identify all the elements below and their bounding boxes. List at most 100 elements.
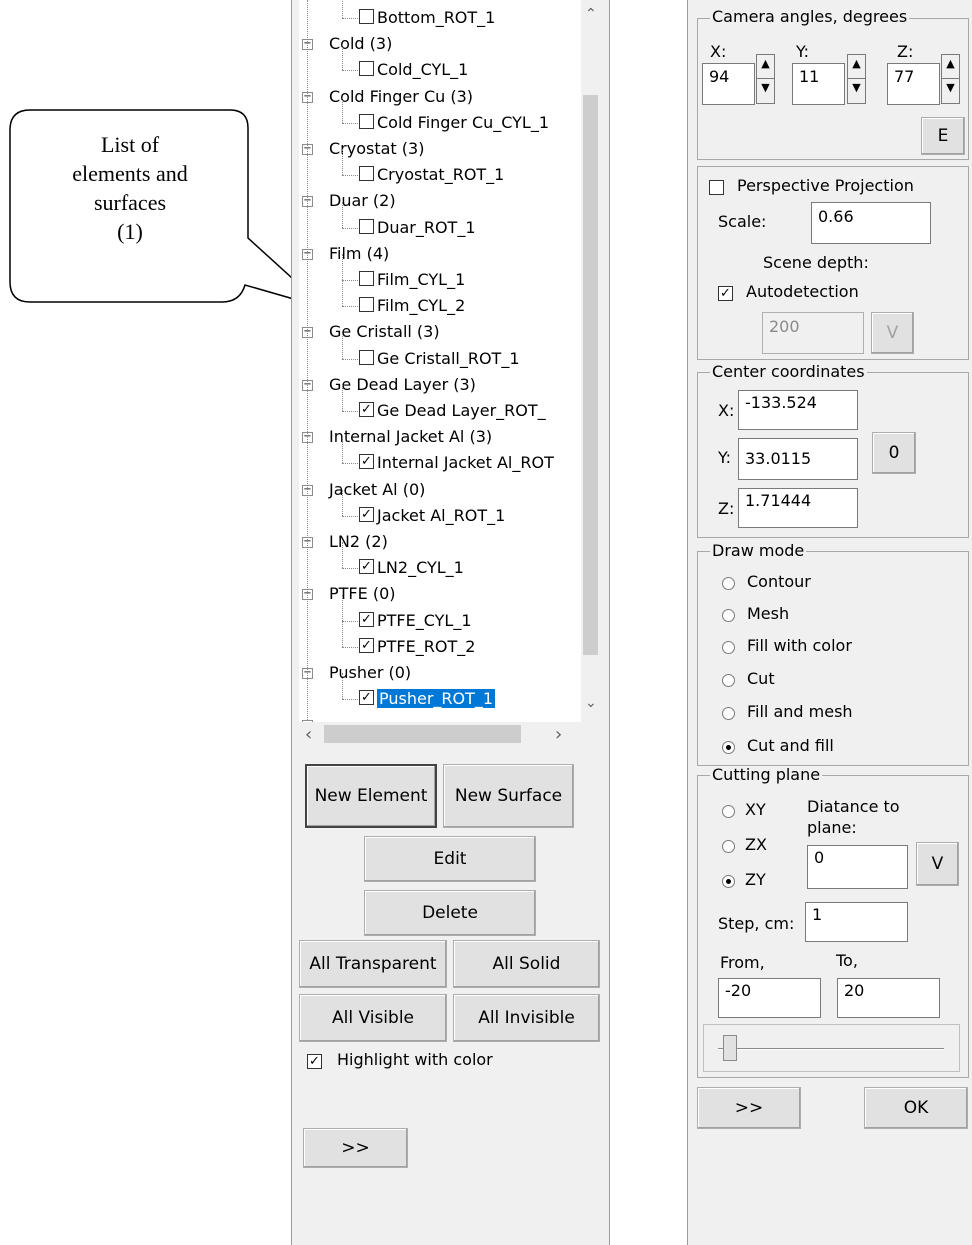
tree-branch-connector: [342, 594, 343, 621]
plane-zy-radio[interactable]: [722, 875, 735, 888]
all-invisible-button[interactable]: All Invisible: [453, 994, 600, 1042]
tree-surface-item[interactable]: Film_CYL_2: [359, 294, 465, 318]
spin-up-icon[interactable]: ▲: [848, 55, 865, 79]
visibility-checkbox[interactable]: ✓: [359, 454, 374, 470]
perspective-checkbox[interactable]: [709, 180, 724, 195]
camera-y-input[interactable]: 11: [792, 63, 845, 105]
scroll-right-icon[interactable]: ›: [555, 724, 562, 745]
autodetection-checkbox[interactable]: ✓: [718, 286, 733, 301]
tree-surface-item[interactable]: ✓ Pusher_ROT_1: [359, 687, 496, 711]
visibility-checkbox[interactable]: ✓: [359, 402, 374, 417]
visibility-checkbox[interactable]: ✓: [359, 611, 374, 627]
draw-mode-radio[interactable]: [722, 707, 735, 720]
center-x-input[interactable]: -133.524: [738, 390, 858, 430]
center-zero-button[interactable]: 0: [872, 432, 916, 474]
visibility-checkbox[interactable]: ✓: [359, 637, 374, 653]
tree-surface-item[interactable]: ✓ Ge Dead Layer_ROT_: [359, 399, 546, 423]
step-input[interactable]: 1: [805, 902, 908, 942]
center-y-input[interactable]: 33.0115: [738, 438, 858, 480]
spin-down-icon[interactable]: ▼: [942, 79, 959, 103]
tree-surface-item[interactable]: ✓ Jacket Al_ROT_1: [359, 504, 505, 528]
visibility-checkbox[interactable]: [359, 349, 374, 365]
camera-z-spinner[interactable]: ▲ ▼: [941, 54, 960, 104]
visibility-checkbox[interactable]: [359, 61, 374, 77]
visibility-checkbox[interactable]: [359, 9, 374, 24]
center-z-label: Z:: [718, 499, 735, 518]
delete-button[interactable]: Delete: [364, 890, 536, 936]
tree-connector: [342, 358, 358, 360]
element-tree[interactable]: Bottom_ROT_1− Cold (3) Cold_CYL_1− Cold Fin…: [299, 0, 582, 722]
tree-horizontal-scrollbar[interactable]: ‹ ›: [299, 722, 582, 746]
visibility-checkbox[interactable]: [359, 166, 374, 182]
tree-surface-item[interactable]: Cold Finger Cu_CYL_1: [359, 111, 549, 135]
draw-mode-radio[interactable]: [722, 741, 735, 754]
scroll-down-icon[interactable]: ⌄: [585, 695, 597, 711]
highlight-checkbox[interactable]: ✓: [307, 1054, 322, 1069]
new-element-button[interactable]: New Element: [305, 764, 437, 828]
tree-connector: [342, 175, 358, 177]
tree-surface-item[interactable]: ✓ PTFE_ROT_2: [359, 635, 475, 659]
ok-button[interactable]: OK: [864, 1087, 968, 1129]
plane-zx-label: ZX: [745, 835, 767, 854]
tree-connector: [342, 227, 358, 229]
visibility-checkbox[interactable]: ✓: [359, 690, 374, 706]
scroll-up-icon[interactable]: ⌃: [585, 6, 597, 22]
distance-v-button[interactable]: V: [916, 842, 959, 886]
all-solid-button[interactable]: All Solid: [453, 940, 600, 988]
visibility-checkbox[interactable]: [359, 297, 374, 313]
plane-xy-radio[interactable]: [722, 805, 735, 818]
visibility-checkbox[interactable]: ✓: [359, 559, 374, 575]
draw-mode-radio[interactable]: [722, 577, 735, 590]
spin-up-icon[interactable]: ▲: [757, 55, 774, 79]
scene-depth-input[interactable]: 200: [762, 312, 864, 354]
tree-surface-item[interactable]: Film_CYL_1: [359, 268, 465, 292]
tree-surface-item[interactable]: Duar_ROT_1: [359, 216, 476, 240]
callout-line-4: (1): [117, 219, 143, 244]
plane-zx-radio[interactable]: [722, 840, 735, 853]
left-more-button[interactable]: >>: [303, 1128, 408, 1168]
visibility-checkbox[interactable]: [359, 271, 374, 286]
scroll-left-icon[interactable]: ‹: [305, 724, 312, 745]
camera-x-input[interactable]: 94: [702, 63, 755, 105]
all-visible-button[interactable]: All Visible: [299, 994, 447, 1042]
cutting-slider-thumb[interactable]: [723, 1035, 737, 1061]
scale-input[interactable]: 0.66: [811, 202, 931, 244]
tree-surface-item[interactable]: ✓ LN2_CYL_1: [359, 556, 464, 580]
tree-connector: [342, 568, 358, 570]
tree-surface-item[interactable]: Bottom_ROT_1: [359, 6, 495, 30]
tree-surface-item[interactable]: Ge Cristall_ROT_1: [359, 347, 520, 371]
tree-surface-item[interactable]: Cryostat_ROT_1: [359, 163, 504, 187]
tree-vertical-scrollbar[interactable]: ⌃ ⌄: [581, 0, 600, 722]
cutting-slider-track[interactable]: [718, 1048, 944, 1050]
visibility-checkbox[interactable]: [359, 113, 374, 129]
camera-x-spinner[interactable]: ▲ ▼: [756, 54, 775, 104]
right-more-button[interactable]: >>: [697, 1087, 801, 1129]
draw-mode-radio[interactable]: [722, 674, 735, 687]
scene-depth-v-button[interactable]: V: [871, 312, 914, 354]
visibility-checkbox[interactable]: ✓: [359, 506, 374, 522]
camera-e-button[interactable]: E: [921, 117, 965, 155]
camera-y-spinner[interactable]: ▲ ▼: [847, 54, 866, 104]
spin-down-icon[interactable]: ▼: [848, 79, 865, 103]
scroll-thumb[interactable]: [324, 725, 521, 743]
tree-surface-item[interactable]: ✓ Internal Jacket Al_ROT: [359, 451, 554, 475]
scroll-thumb[interactable]: [583, 95, 598, 655]
center-z-input[interactable]: 1.71444: [738, 488, 858, 528]
tree-node-label: Film (4): [329, 243, 390, 263]
draw-mode-radio[interactable]: [722, 641, 735, 654]
tree-surface-item[interactable]: ✓ PTFE_CYL_1: [359, 609, 472, 633]
to-input[interactable]: 20: [837, 978, 940, 1018]
spin-down-icon[interactable]: ▼: [757, 79, 774, 103]
draw-mode-radio[interactable]: [722, 609, 735, 622]
edit-button[interactable]: Edit: [364, 836, 536, 882]
all-transparent-button[interactable]: All Transparent: [299, 940, 447, 988]
distance-input[interactable]: 0: [807, 845, 908, 889]
from-input[interactable]: -20: [718, 978, 821, 1018]
new-surface-button[interactable]: New Surface: [443, 764, 574, 828]
callout-text: List of elements and surfaces (1): [20, 130, 240, 246]
tree-node-label: Internal Jacket Al (3): [329, 427, 493, 447]
visibility-checkbox[interactable]: [359, 218, 374, 234]
camera-z-input[interactable]: 77: [887, 63, 940, 105]
tree-surface-item[interactable]: Cold_CYL_1: [359, 58, 468, 82]
spin-up-icon[interactable]: ▲: [942, 55, 959, 79]
